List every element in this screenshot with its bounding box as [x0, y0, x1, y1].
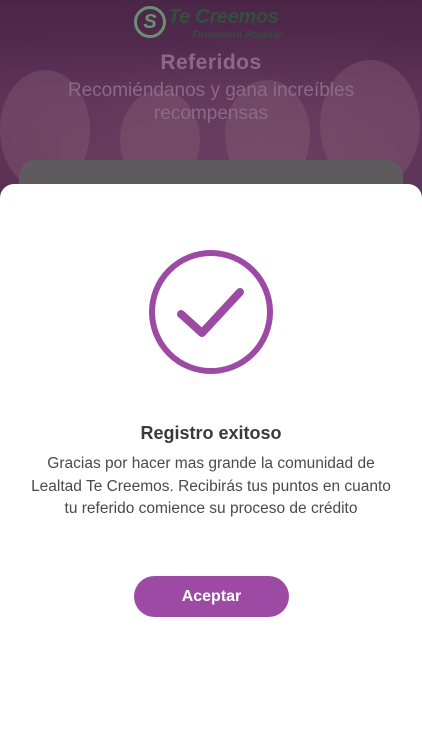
- modal-title: Registro exitoso: [140, 423, 282, 443]
- page-title: Referidos: [160, 51, 262, 74]
- modal-message: Gracias por hacer mas grande la comunida…: [31, 455, 391, 517]
- screen: S Te Creemos Financiera Popular Referido…: [0, 0, 422, 750]
- success-modal: Registro exitoso Gracias por hacer mas g…: [0, 184, 422, 750]
- brand-logo: S Te Creemos Financiera Popular: [134, 4, 288, 44]
- logo-subtext: Financiera Popular: [192, 30, 283, 41]
- logo-mark-icon: S: [134, 6, 166, 38]
- logo-text: Te Creemos: [168, 6, 279, 28]
- accept-button[interactable]: Aceptar: [134, 576, 289, 617]
- checkmark-circle-icon: [147, 248, 275, 376]
- page-subtitle: Recomiéndanos y gana increíbles recompen…: [67, 80, 355, 124]
